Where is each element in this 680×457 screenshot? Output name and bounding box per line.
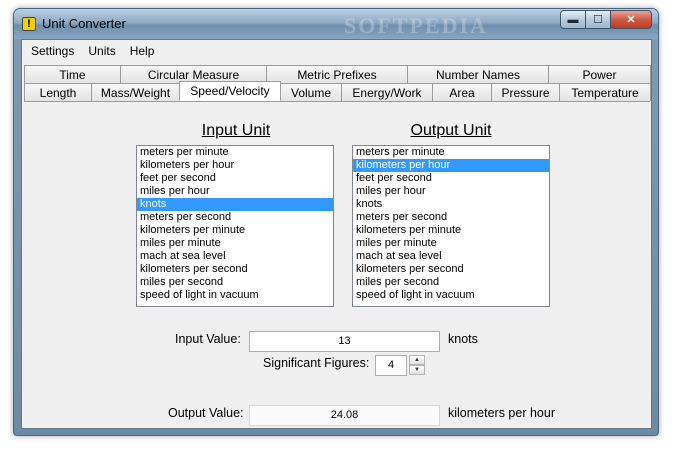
list-item[interactable]: kilometers per second [137, 263, 333, 276]
close-icon: ✕ [626, 14, 636, 26]
list-item[interactable]: feet per second [137, 172, 333, 185]
tab-mass-weight[interactable]: Mass/Weight [91, 83, 180, 101]
close-button[interactable]: ✕ [610, 10, 652, 29]
unit-category-tabs: Time Circular Measure Metric Prefixes Nu… [24, 65, 651, 101]
significant-figures-input[interactable]: 4 [375, 355, 407, 376]
significant-figures-label: Significant Figures: [263, 356, 370, 370]
menu-units[interactable]: Units [81, 41, 122, 61]
input-value-label: Input Value: [175, 332, 241, 346]
maximize-icon: ☐ [593, 14, 603, 26]
tab-row-1: Time Circular Measure Metric Prefixes Nu… [24, 65, 651, 83]
window-controls: ▬ ☐ ✕ [560, 10, 652, 30]
app-window: ! Unit Converter SOFTPEDIA ▬ ☐ ✕ Setting… [13, 8, 659, 436]
speed-velocity-panel: Input Unit Output Unit meters per minute… [24, 101, 650, 427]
output-value-field: 24.08 [249, 405, 440, 426]
output-unit-list[interactable]: meters per minute kilometers per hour feet… [352, 145, 550, 307]
list-item[interactable]: kilometers per minute [353, 224, 549, 237]
list-item[interactable]: kilometers per hour [137, 159, 333, 172]
tab-row-2: Length Mass/Weight Speed/Velocity Volume… [24, 81, 651, 101]
tab-pressure[interactable]: Pressure [491, 83, 560, 101]
arrow-down-icon: ▼ [414, 367, 420, 373]
app-icon: ! [22, 17, 36, 31]
tab-energy-work[interactable]: Energy/Work [341, 83, 433, 101]
tab-time[interactable]: Time [24, 65, 121, 83]
menu-bar: Settings Units Help [22, 40, 651, 62]
list-item[interactable]: miles per hour [353, 185, 549, 198]
list-item[interactable]: kilometers per minute [137, 224, 333, 237]
tab-temperature[interactable]: Temperature [559, 83, 651, 101]
list-item[interactable]: miles per minute [353, 237, 549, 250]
list-item[interactable]: meters per second [353, 211, 549, 224]
list-item[interactable]: miles per hour [137, 185, 333, 198]
list-item[interactable]: speed of light in vacuum [353, 289, 549, 302]
arrow-up-icon: ▲ [414, 357, 420, 363]
list-item[interactable]: knots [353, 198, 549, 211]
list-item[interactable]: kilometers per hour [353, 159, 549, 172]
input-value-field[interactable]: 13 [249, 331, 440, 352]
softpedia-watermark: SOFTPEDIA [344, 13, 488, 38]
input-unit-header: Input Unit [201, 122, 271, 139]
tab-speed-velocity[interactable]: Speed/Velocity [179, 81, 281, 101]
output-value-label: Output Value: [168, 406, 244, 420]
menu-help[interactable]: Help [123, 41, 162, 61]
output-unit-header: Output Unit [410, 122, 492, 139]
minimize-icon: ▬ [567, 13, 579, 26]
list-item[interactable]: meters per minute [353, 146, 549, 159]
input-unit-list[interactable]: meters per minute kilometers per hour feet… [136, 145, 334, 307]
tab-volume[interactable]: Volume [280, 83, 342, 101]
list-item[interactable]: miles per second [353, 276, 549, 289]
menu-settings[interactable]: Settings [24, 41, 81, 61]
tab-metric-prefixes[interactable]: Metric Prefixes [266, 65, 408, 83]
list-item[interactable]: miles per second [137, 276, 333, 289]
output-unit-text: kilometers per hour [448, 406, 555, 420]
tab-area[interactable]: Area [432, 83, 492, 101]
window-title: Unit Converter [42, 16, 126, 31]
list-item[interactable]: meters per minute [137, 146, 333, 159]
tab-power[interactable]: Power [548, 65, 651, 83]
list-item[interactable]: miles per minute [137, 237, 333, 250]
list-item[interactable]: mach at sea level [137, 250, 333, 263]
list-item[interactable]: mach at sea level [353, 250, 549, 263]
input-unit-text: knots [448, 332, 478, 346]
client-area: Settings Units Help Time Circular Measur… [21, 39, 652, 429]
significant-figures-spinner: ▲ ▼ [409, 355, 425, 376]
spin-up-button[interactable]: ▲ [409, 355, 425, 365]
list-item[interactable]: meters per second [137, 211, 333, 224]
list-item[interactable]: speed of light in vacuum [137, 289, 333, 302]
tab-length[interactable]: Length [24, 83, 92, 101]
spin-down-button[interactable]: ▼ [409, 365, 425, 375]
maximize-button[interactable]: ☐ [585, 10, 611, 29]
minimize-button[interactable]: ▬ [560, 10, 586, 29]
title-bar[interactable]: ! Unit Converter SOFTPEDIA ▬ ☐ ✕ [14, 9, 658, 39]
list-item[interactable]: kilometers per second [353, 263, 549, 276]
list-item[interactable]: feet per second [353, 172, 549, 185]
list-item[interactable]: knots [137, 198, 333, 211]
tab-number-names[interactable]: Number Names [407, 65, 549, 83]
